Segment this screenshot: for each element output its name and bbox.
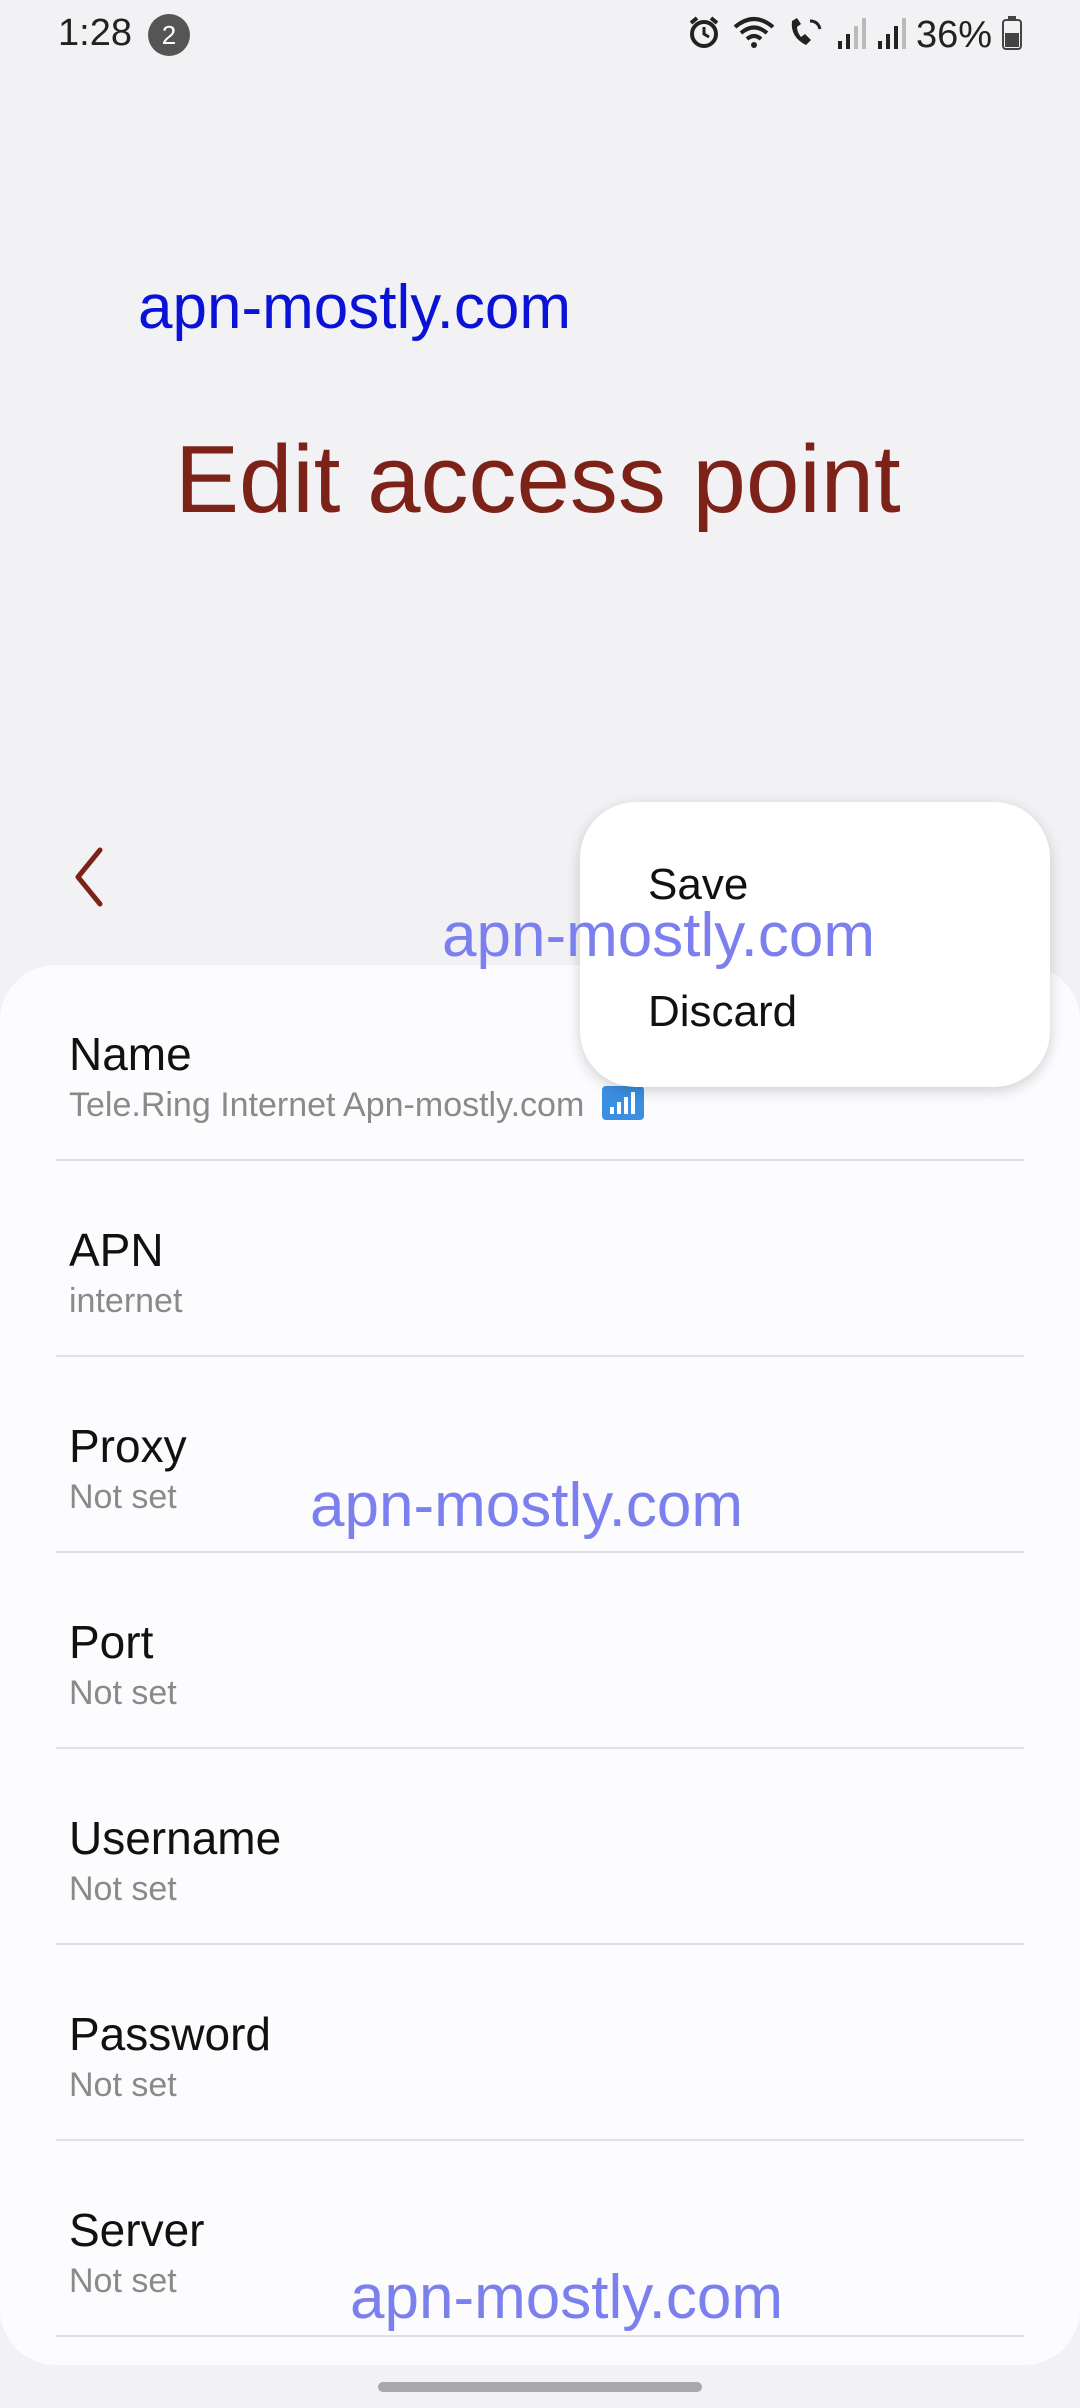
field-title: Proxy (69, 1420, 187, 1472)
status-time: 1:28 (58, 12, 132, 54)
field-title: Server (69, 2204, 205, 2256)
field-value: internet (69, 1282, 183, 1320)
watermark-text: apn-mostly.com (310, 1471, 743, 1540)
field-value: Not set (69, 2262, 177, 2300)
signal-icon (836, 15, 866, 56)
watermark-text: apn-mostly.com (350, 2263, 783, 2332)
status-bar: 1:28 2 36% (0, 0, 1080, 70)
discard-menu-item[interactable]: Discard (648, 987, 797, 1037)
field-row-password[interactable]: Password Not set (56, 1945, 1024, 2141)
field-row-apn[interactable]: APN internet (56, 1161, 1024, 1357)
page-title: Edit access point (175, 426, 901, 533)
gesture-nav-bar[interactable] (378, 2382, 702, 2392)
watermark-text: apn-mostly.com (442, 901, 875, 970)
wifi-icon (732, 15, 776, 56)
signal-bars-badge-icon (601, 1086, 644, 1120)
field-value: Not set (69, 1674, 177, 1712)
watermark-text: apn-mostly.com (138, 273, 571, 342)
alarm-icon (686, 15, 722, 56)
field-value: Not set (69, 2066, 177, 2104)
field-value: Tele.Ring Internet Apn-mostly.com (69, 1086, 644, 1125)
settings-card: Name Tele.Ring Internet Apn-mostly.com A… (0, 965, 1080, 2365)
field-title: Password (69, 2008, 271, 2060)
wifi-calling-icon (786, 15, 826, 56)
field-row-username[interactable]: Username Not set (56, 1749, 1024, 1945)
signal-icon (876, 15, 906, 56)
battery-icon (1002, 15, 1022, 55)
field-title: Username (69, 1812, 282, 1864)
field-row-port[interactable]: Port Not set (56, 1553, 1024, 1749)
divider (56, 2335, 1024, 2337)
field-title: APN (69, 1224, 164, 1276)
field-value: Not set (69, 1478, 177, 1516)
field-title: Name (69, 1028, 192, 1080)
field-title: Port (69, 1616, 154, 1668)
back-button[interactable] (70, 842, 110, 912)
field-value: Not set (69, 1870, 177, 1908)
battery-percent: 36% (915, 13, 992, 56)
back-arrow-icon (75, 847, 103, 907)
notification-count-badge: 2 (148, 14, 190, 56)
